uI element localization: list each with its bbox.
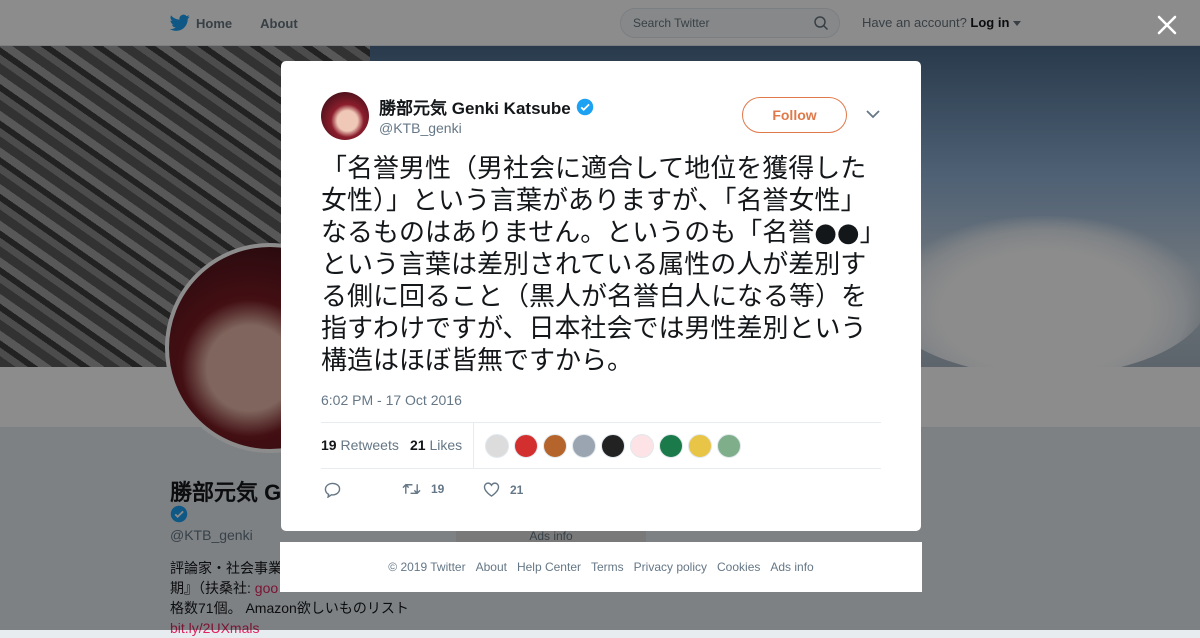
likes-stat[interactable]: 21 Likes bbox=[410, 437, 462, 453]
retweet-action-count: 19 bbox=[431, 482, 445, 496]
liker-avatar[interactable] bbox=[543, 434, 567, 458]
likes-label: Likes bbox=[429, 437, 463, 453]
tweet-modal: 勝部元気 Genki Katsube @KTB_genki Follow 「名誉… bbox=[281, 61, 921, 531]
liker-avatar[interactable] bbox=[485, 434, 509, 458]
tweet-author-avatar[interactable] bbox=[321, 92, 369, 140]
retweets-label: Retweets bbox=[340, 437, 399, 453]
author-name-text: 勝部元気 Genki Katsube bbox=[379, 99, 571, 118]
liker-avatars bbox=[485, 434, 746, 458]
footer-ads-info-link[interactable]: Ads info bbox=[770, 560, 813, 574]
footer-help-center-link[interactable]: Help Center bbox=[517, 560, 581, 574]
stats-divider bbox=[473, 423, 474, 468]
tweet-text: 「名誉男性（男社会に適合して地位を獲得した女性）」という言葉がありますが、「名誉… bbox=[321, 154, 886, 376]
verified-badge-icon bbox=[576, 98, 594, 115]
tweet-author-handle[interactable]: @KTB_genki bbox=[379, 120, 462, 136]
liker-avatar[interactable] bbox=[717, 434, 741, 458]
like-action-count: 21 bbox=[510, 482, 524, 497]
liker-avatar[interactable] bbox=[659, 434, 683, 458]
heart-icon bbox=[483, 482, 500, 497]
retweet-icon bbox=[402, 483, 421, 495]
tweet-timestamp[interactable]: 6:02 PM - 17 Oct 2016 bbox=[321, 392, 462, 408]
footer-cookies-link[interactable]: Cookies bbox=[717, 560, 760, 574]
liker-avatar[interactable] bbox=[572, 434, 596, 458]
chevron-down-icon[interactable] bbox=[866, 109, 880, 119]
retweets-count: 19 bbox=[321, 437, 337, 453]
liker-avatar[interactable] bbox=[514, 434, 538, 458]
footer-about-link[interactable]: About bbox=[476, 560, 507, 574]
like-button[interactable]: 21 bbox=[483, 482, 523, 497]
reply-icon bbox=[324, 482, 341, 498]
footer-terms-link[interactable]: Terms bbox=[591, 560, 624, 574]
follow-button[interactable]: Follow bbox=[742, 97, 847, 133]
retweet-button[interactable]: 19 bbox=[402, 482, 444, 496]
close-icon[interactable] bbox=[1154, 12, 1180, 38]
liker-avatar[interactable] bbox=[688, 434, 712, 458]
tweet-actions: 19 21 bbox=[321, 482, 881, 502]
footer-copyright: © 2019 Twitter bbox=[388, 560, 466, 574]
liker-avatar[interactable] bbox=[601, 434, 625, 458]
tweet-author-name[interactable]: 勝部元気 Genki Katsube bbox=[379, 94, 594, 119]
footer-privacy-link[interactable]: Privacy policy bbox=[634, 560, 707, 574]
reply-button[interactable] bbox=[324, 482, 341, 498]
likes-count: 21 bbox=[410, 437, 426, 453]
footer: © 2019 Twitter About Help Center Terms P… bbox=[280, 542, 922, 592]
tweet-stats: 19 Retweets 21 Likes bbox=[321, 422, 881, 469]
liker-avatar[interactable] bbox=[630, 434, 654, 458]
retweets-stat[interactable]: 19 Retweets bbox=[321, 437, 399, 453]
